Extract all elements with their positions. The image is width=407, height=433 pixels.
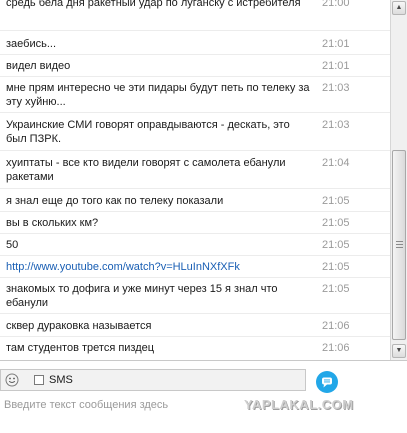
- message-text: знакомых то дофига и уже минут через 15 …: [6, 283, 278, 309]
- message-time: 21:05: [322, 239, 350, 251]
- divider: [0, 336, 390, 337]
- message-time: 21:03: [322, 119, 350, 131]
- divider: [0, 277, 390, 278]
- message-time: 21:05: [322, 195, 350, 207]
- message-text: заебись...: [6, 38, 56, 50]
- message-time: 21:04: [322, 157, 350, 169]
- message-text: мне прям интересно че эти пидары будут п…: [6, 82, 310, 108]
- grip-line: [396, 247, 403, 248]
- message-time: 21:00: [322, 0, 350, 9]
- divider: [0, 30, 390, 31]
- grip-line: [396, 244, 403, 245]
- emoticon-icon[interactable]: [5, 373, 19, 387]
- message-text: видел видео: [6, 60, 71, 72]
- scrollbar-thumb[interactable]: [392, 150, 406, 340]
- message-text: вы в скольких км?: [6, 217, 99, 229]
- message-text: Украинские СМИ говорят оправдываются - д…: [6, 119, 290, 145]
- divider: [0, 313, 390, 314]
- message-text: средь бела дня ракетный удар по луганску…: [6, 0, 301, 9]
- message-time: 21:05: [322, 217, 350, 229]
- divider: [0, 188, 390, 189]
- sms-label: SMS: [49, 374, 73, 386]
- scroll-up-icon[interactable]: ▲: [392, 1, 406, 15]
- divider: [0, 54, 390, 55]
- divider: [0, 150, 390, 151]
- divider: [0, 255, 390, 256]
- message-time: 21:01: [322, 38, 350, 50]
- divider: [0, 233, 390, 234]
- sms-checkbox[interactable]: [34, 375, 44, 385]
- watermark: YAPLAKAL.COM: [244, 397, 354, 412]
- grip-line: [396, 241, 403, 242]
- scroll-down-icon[interactable]: ▼: [392, 344, 406, 358]
- chat-bubble-icon: [322, 377, 332, 388]
- message-time: 21:06: [322, 342, 350, 354]
- message-time: 21:06: [322, 320, 350, 332]
- message-time: 21:05: [322, 261, 350, 273]
- chat-scrollbar[interactable]: ▲ ▼: [390, 0, 407, 360]
- composer-toolbar: SMS: [0, 369, 306, 391]
- message-time: 21:01: [322, 60, 350, 72]
- message-link[interactable]: http://www.youtube.com/watch?v=HLuInNXfX…: [6, 260, 306, 274]
- divider: [0, 76, 390, 77]
- message-time: 21:05: [322, 283, 350, 295]
- chat-history: средь бела дня ракетный удар по луганску…: [0, 0, 390, 360]
- send-button[interactable]: [316, 371, 338, 393]
- message-text: там студентов трется пиздец: [6, 342, 155, 354]
- divider: [0, 211, 390, 212]
- message-text: хуиптаты - все кто видели говорят с само…: [6, 157, 286, 183]
- message-text: сквер дураковка называется: [6, 320, 152, 332]
- divider: [0, 112, 390, 113]
- message-time: 21:03: [322, 82, 350, 94]
- message-text: я знал еще до того как по телеку показал…: [6, 195, 224, 207]
- message-text: 50: [6, 239, 19, 251]
